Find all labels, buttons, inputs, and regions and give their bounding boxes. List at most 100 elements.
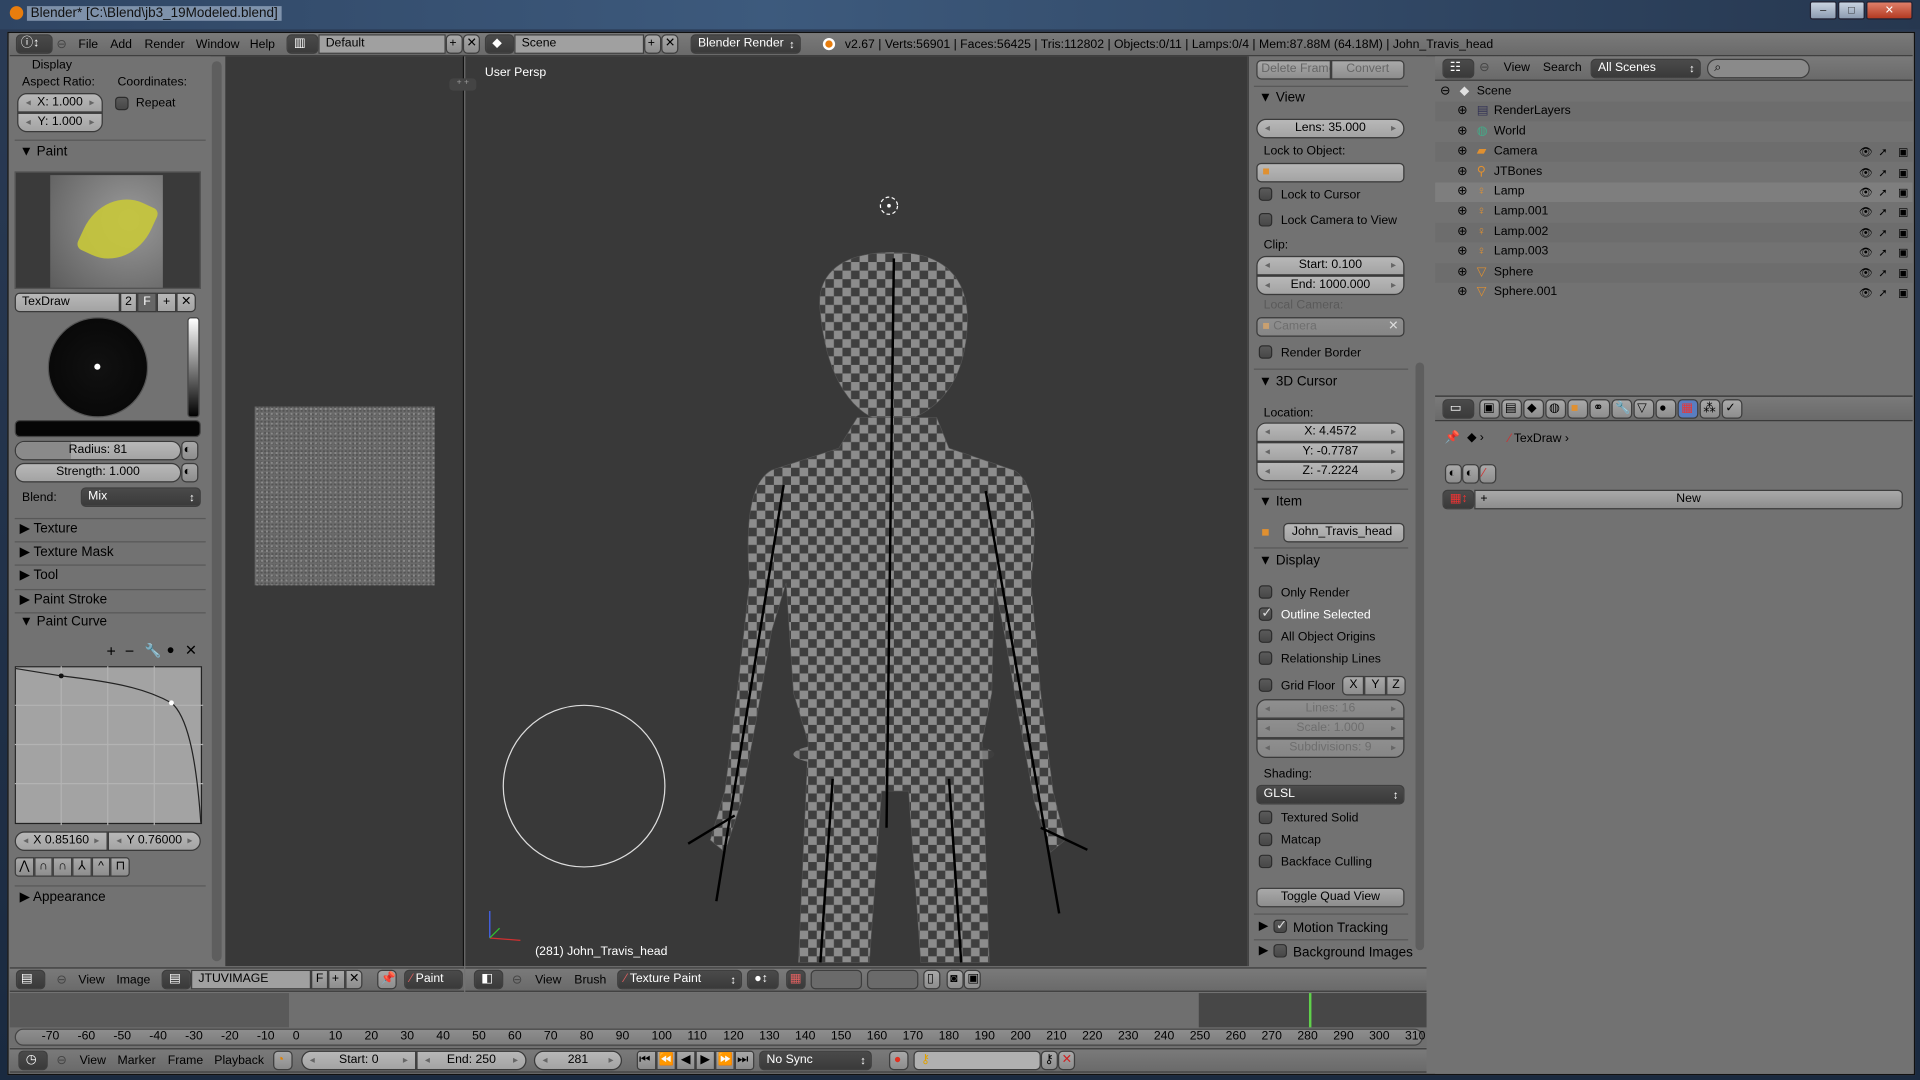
blend-mode-dropdown[interactable]: Mix [80,487,201,507]
menu-file[interactable]: File [78,38,98,51]
outliner-item-name[interactable]: Lamp [1494,182,1525,202]
pin-icon[interactable]: 📌 [1445,431,1460,444]
editor-type-properties-button[interactable]: ▭ [1442,399,1475,419]
menu-playback[interactable]: Playback [214,1054,264,1067]
cursor-select-icon[interactable]: ➚ [1878,263,1887,283]
paint-panel-header[interactable]: ▼ Paint [20,144,68,159]
unlink-image-button[interactable]: ✕ [345,969,363,990]
sync-mode-dropdown[interactable]: No Sync [759,1050,872,1071]
curve-zoom-in-icon[interactable]: + [107,642,116,660]
collapse-menu-icon[interactable]: ⊖ [56,1054,66,1067]
item-panel-header[interactable]: ▼ Item [1259,495,1302,510]
lock-layers-button[interactable]: ▯ [923,969,941,990]
editor-type-timeline-button[interactable]: ◷ [18,1050,48,1071]
tab-texture[interactable]: ▦ [1677,399,1699,419]
collapse-menu-icon[interactable]: ⊖ [56,973,66,986]
curve-tools-icon[interactable]: 🔧 [144,643,161,659]
curve-x-field[interactable]: X 0.85160 [14,831,108,852]
motion-tracking-checkbox[interactable] [1273,917,1287,934]
render-camera-icon[interactable]: ▣ [1898,223,1908,243]
playhead[interactable] [1309,993,1312,1028]
outliner-item[interactable]: ⊕ ♀ Lamp.001 👁 ➚ ▣ [1435,202,1913,223]
eye-icon[interactable]: 👁 [1859,283,1873,303]
clip-start-field[interactable]: Start: 0.100 [1256,255,1405,276]
outliner-item[interactable]: ⊕ ♀ Lamp.003 👁 ➚ ▣ [1435,242,1913,263]
eye-icon[interactable]: 👁 [1859,263,1873,283]
menu-view[interactable]: View [80,1054,106,1067]
delete-brush-button[interactable]: ✕ [176,292,196,313]
expand-icon[interactable]: ⊕ [1457,182,1467,202]
add-layout-button[interactable]: + [445,34,463,54]
aspect-y-field[interactable]: Y: 1.000 [17,112,103,133]
cursor-y-field[interactable]: Y: -0.7787 [1256,442,1405,462]
render-camera-icon[interactable]: ▣ [1898,243,1908,263]
display-option-checkbox[interactable] [1258,605,1273,621]
menu-marker[interactable]: Marker [118,1054,156,1067]
outliner-item-name[interactable]: World [1494,122,1526,142]
radius-pressure-toggle[interactable]: ◐ [181,440,199,461]
play-button[interactable]: ▶ [695,1050,716,1071]
menu-image[interactable]: Image [116,973,150,986]
preview-range-toggle[interactable]: ◔ [273,1050,293,1071]
brush-users-count[interactable]: 2 [120,292,138,313]
curve-delete-icon[interactable]: ✕ [185,642,197,659]
3d-cursor-panel-header[interactable]: ▼ 3D Cursor [1259,375,1337,390]
brush-fake-user-toggle[interactable]: F [137,292,157,313]
outliner-item-name[interactable]: JTBones [1494,162,1542,182]
expand-icon[interactable]: ⊕ [1457,142,1467,162]
render-camera-icon[interactable]: ▣ [1898,142,1908,162]
axis-z-toggle[interactable]: Z [1386,675,1406,696]
tab-particles[interactable]: ⁂ [1699,399,1721,419]
brush-texture-tab[interactable]: ⁄ [1479,464,1497,484]
grid-floor-checkbox[interactable] [1258,678,1273,692]
outliner-item-name[interactable]: Lamp.003 [1494,243,1548,263]
pin-icon[interactable]: 📌 [377,969,397,990]
clip-end-field[interactable]: End: 1000.000 [1256,275,1405,296]
outliner-item[interactable]: ⊕ ⚲ JTBones 👁 ➚ ▣ [1435,162,1913,182]
tab-physics[interactable]: ✓ [1721,399,1743,419]
texture-panel-header[interactable]: ▶ Texture [20,520,78,537]
render-border-checkbox[interactable] [1258,345,1273,359]
collapse-menu-icon[interactable]: ⊖ [56,38,66,51]
curve-preset-sharp[interactable]: ⅄ [72,857,92,877]
background-images-checkbox[interactable] [1273,944,1287,958]
menu-render[interactable]: Render [144,38,184,51]
radius-slider[interactable]: Radius: 81 [14,440,182,461]
3d-viewport[interactable]: User Persp (281) John_Travis_head [465,56,1248,967]
eye-icon[interactable]: 👁 [1859,162,1873,182]
outliner-item-name[interactable]: Scene [1477,82,1512,102]
paint-mode-button[interactable]: ⁄ Paint [404,969,463,990]
menu-view[interactable]: View [78,973,104,986]
render-animation-button[interactable]: ▣ [963,969,981,990]
jump-keyframe-forward-button[interactable]: ⏩ [715,1050,735,1071]
editor-type-outliner-button[interactable]: ☷ [1442,58,1475,79]
color-picker-cursor[interactable] [94,363,101,370]
lock-to-object-field[interactable]: ■ [1256,162,1405,183]
strength-pressure-toggle[interactable]: ◐ [181,462,199,483]
add-scene-button[interactable]: + [644,34,662,54]
menu-brush[interactable]: Brush [574,973,606,986]
tab-render[interactable]: ▣ [1479,399,1501,419]
menu-view[interactable]: View [535,973,561,986]
shading-dropdown[interactable]: GLSL [1256,784,1405,805]
outliner-item[interactable]: ⊖ ◆ Scene [1435,82,1913,102]
expand-icon[interactable]: ⊕ [1457,263,1467,283]
tab-object[interactable]: ■ [1567,399,1589,419]
cursor-select-icon[interactable]: ➚ [1878,203,1887,223]
outliner-search-input[interactable]: ⌕ [1706,58,1810,79]
outliner-item[interactable]: ⊕ ▽ Sphere.001 👁 ➚ ▣ [1435,282,1913,303]
toggle-quad-view-button[interactable]: Toggle Quad View [1256,887,1405,908]
convert-button[interactable]: Convert [1331,60,1405,80]
tab-data[interactable]: ▽ [1633,399,1655,419]
expand-icon[interactable]: ⊕ [1457,203,1467,223]
texture-mask-panel-header[interactable]: ▶ Texture Mask [20,544,114,560]
axis-y-toggle[interactable]: Y [1364,675,1387,696]
jump-keyframe-back-button[interactable]: ⏪ [656,1050,676,1071]
grid-scale-field[interactable]: Scale: 1.000 [1256,718,1405,739]
grid-subdivisions-field[interactable]: Subdivisions: 9 [1256,738,1405,758]
menu-frame[interactable]: Frame [168,1054,203,1067]
add-brush-button[interactable]: + [156,292,177,313]
outliner-item[interactable]: ⊕ ◍ World [1435,122,1913,142]
menu-help[interactable]: Help [250,38,275,51]
render-camera-icon[interactable]: ▣ [1898,203,1908,223]
